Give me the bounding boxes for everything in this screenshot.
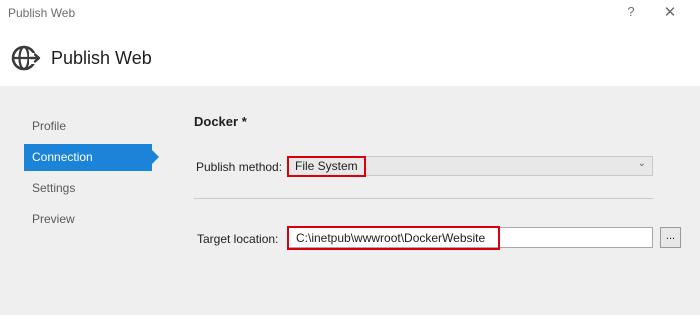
window-title: Publish Web — [8, 6, 76, 20]
nav-item-label: Connection — [32, 150, 93, 164]
publish-method-select[interactable]: File System ⌄ — [287, 156, 653, 176]
nav-item-label: Profile — [32, 119, 67, 133]
help-button[interactable]: ? — [624, 4, 638, 19]
target-location-label: Target location: — [197, 232, 279, 246]
dialog-header: Publish Web — [0, 28, 700, 86]
publish-method-value: File System — [295, 159, 358, 173]
close-button[interactable]: ✕ — [662, 3, 678, 21]
chevron-down-icon: ⌄ — [637, 158, 646, 169]
browse-button[interactable]: ... — [660, 227, 681, 248]
divider — [194, 198, 653, 199]
target-location-input[interactable]: C:\inetpub\wwwroot\DockerWebsite — [287, 227, 653, 248]
nav-item-label: Settings — [32, 181, 76, 195]
title-bar: Publish Web ? ✕ — [0, 0, 700, 28]
target-location-value: C:\inetpub\wwwroot\DockerWebsite — [296, 231, 486, 245]
content-panel: Profile Connection Settings Preview Dock… — [0, 86, 700, 315]
publish-method-label: Publish method: — [196, 160, 283, 174]
dialog-heading: Publish Web — [51, 48, 152, 68]
globe-icon — [11, 45, 42, 71]
nav-item-settings[interactable]: Settings — [24, 175, 152, 202]
nav-item-label: Preview — [32, 212, 75, 226]
nav-item-connection[interactable]: Connection — [24, 144, 159, 171]
nav-item-profile[interactable]: Profile — [24, 113, 152, 140]
nav-item-preview[interactable]: Preview — [24, 206, 152, 233]
section-title: Docker * — [194, 114, 247, 129]
